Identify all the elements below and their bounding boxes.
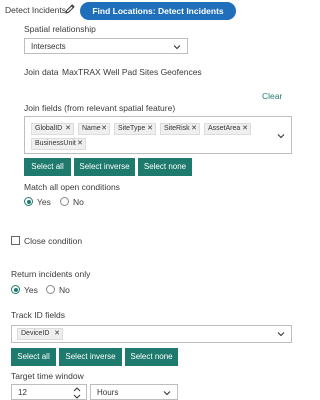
match-conditions-label: Match all open conditions [24, 182, 120, 192]
remove-tag-icon[interactable]: ✕ [147, 124, 153, 134]
return-incidents-label: Return incidents only [11, 269, 91, 279]
spatial-relationship-value: Intersects [31, 42, 66, 51]
remove-tag-icon[interactable]: ✕ [101, 124, 107, 134]
match-no-radio[interactable] [60, 197, 69, 206]
tag-name: Name ✕ [78, 123, 110, 135]
tag-label: SiteType [118, 125, 146, 132]
tag-label: AssetArea [208, 125, 241, 132]
remove-tag-icon[interactable]: ✕ [65, 124, 71, 134]
track-select-inverse-button[interactable]: Select inverse [59, 348, 122, 366]
tag-label: GlobalID [35, 125, 63, 132]
chevron-down-icon[interactable] [276, 131, 286, 141]
join-fields-tag-input[interactable]: GlobalID ✕ Name ✕ SiteType ✕ SiteRisk ✕ Asse… [24, 116, 292, 154]
tag-sitetype: SiteType ✕ [114, 123, 156, 135]
remove-tag-icon[interactable]: ✕ [242, 124, 248, 134]
close-condition-label: Close condition [24, 236, 83, 246]
tag-label: BusinessUnit [35, 140, 76, 147]
remove-tag-icon[interactable]: ✕ [77, 139, 83, 149]
match-yes-label: Yes [37, 197, 51, 207]
join-select-inverse-button[interactable]: Select inverse [74, 158, 135, 176]
tag-deviceid: DeviceID ✕ [17, 328, 63, 340]
track-id-label: Track ID fields [11, 310, 66, 320]
track-select-none-button[interactable]: Select none [125, 348, 178, 366]
tag-globalid: GlobalID ✕ [31, 123, 74, 135]
join-select-none-button[interactable]: Select none [138, 158, 192, 176]
join-data-value: MaxTRAX Well Pad Sites Geofences [62, 67, 202, 77]
return-yes-label: Yes [24, 285, 38, 295]
return-no-radio[interactable] [46, 285, 55, 294]
pencil-icon[interactable] [64, 3, 76, 15]
tag-siterisk: SiteRisk ✕ [160, 123, 200, 135]
spatial-relationship-label: Spatial relationship [24, 24, 96, 34]
time-unit-value: Hours [97, 388, 119, 397]
join-data-label: Join data [24, 67, 59, 77]
time-window-input[interactable]: 12 [11, 384, 87, 400]
track-select-all-button[interactable]: Select all [11, 348, 56, 366]
join-fields-label: Join fields (from relevant spatial featu… [24, 103, 176, 113]
chevron-up-icon[interactable] [72, 386, 82, 393]
remove-tag-icon[interactable]: ✕ [54, 329, 60, 339]
tag-label: Name [82, 125, 101, 132]
chevron-down-icon [173, 45, 181, 50]
tag-label: SiteRisk [164, 125, 190, 132]
time-window-label: Target time window [11, 371, 84, 381]
join-select-all-button[interactable]: Select all [24, 158, 71, 176]
time-unit-select[interactable]: Hours [90, 384, 178, 400]
chevron-down-icon [163, 391, 171, 396]
clear-link[interactable]: Clear [262, 91, 282, 101]
remove-tag-icon[interactable]: ✕ [191, 124, 197, 134]
track-id-tag-input[interactable]: DeviceID ✕ [11, 325, 292, 343]
match-no-label: No [73, 197, 84, 207]
close-condition-checkbox[interactable] [11, 236, 20, 245]
tag-businessunit: BusinessUnit ✕ [31, 138, 86, 150]
chevron-down-icon[interactable] [72, 393, 82, 400]
time-window-value: 12 [18, 388, 27, 397]
find-locations-button[interactable]: Find Locations: Detect Incidents [80, 2, 236, 20]
return-yes-radio[interactable] [11, 285, 20, 294]
tag-assetarea: AssetArea ✕ [204, 123, 251, 135]
spatial-relationship-select[interactable]: Intersects [24, 38, 188, 54]
return-no-label: No [59, 285, 70, 295]
tag-label: DeviceID [21, 330, 50, 337]
chevron-down-icon[interactable] [276, 329, 286, 339]
page-title: Detect Incidents [5, 5, 66, 15]
match-yes-radio[interactable] [24, 197, 33, 206]
